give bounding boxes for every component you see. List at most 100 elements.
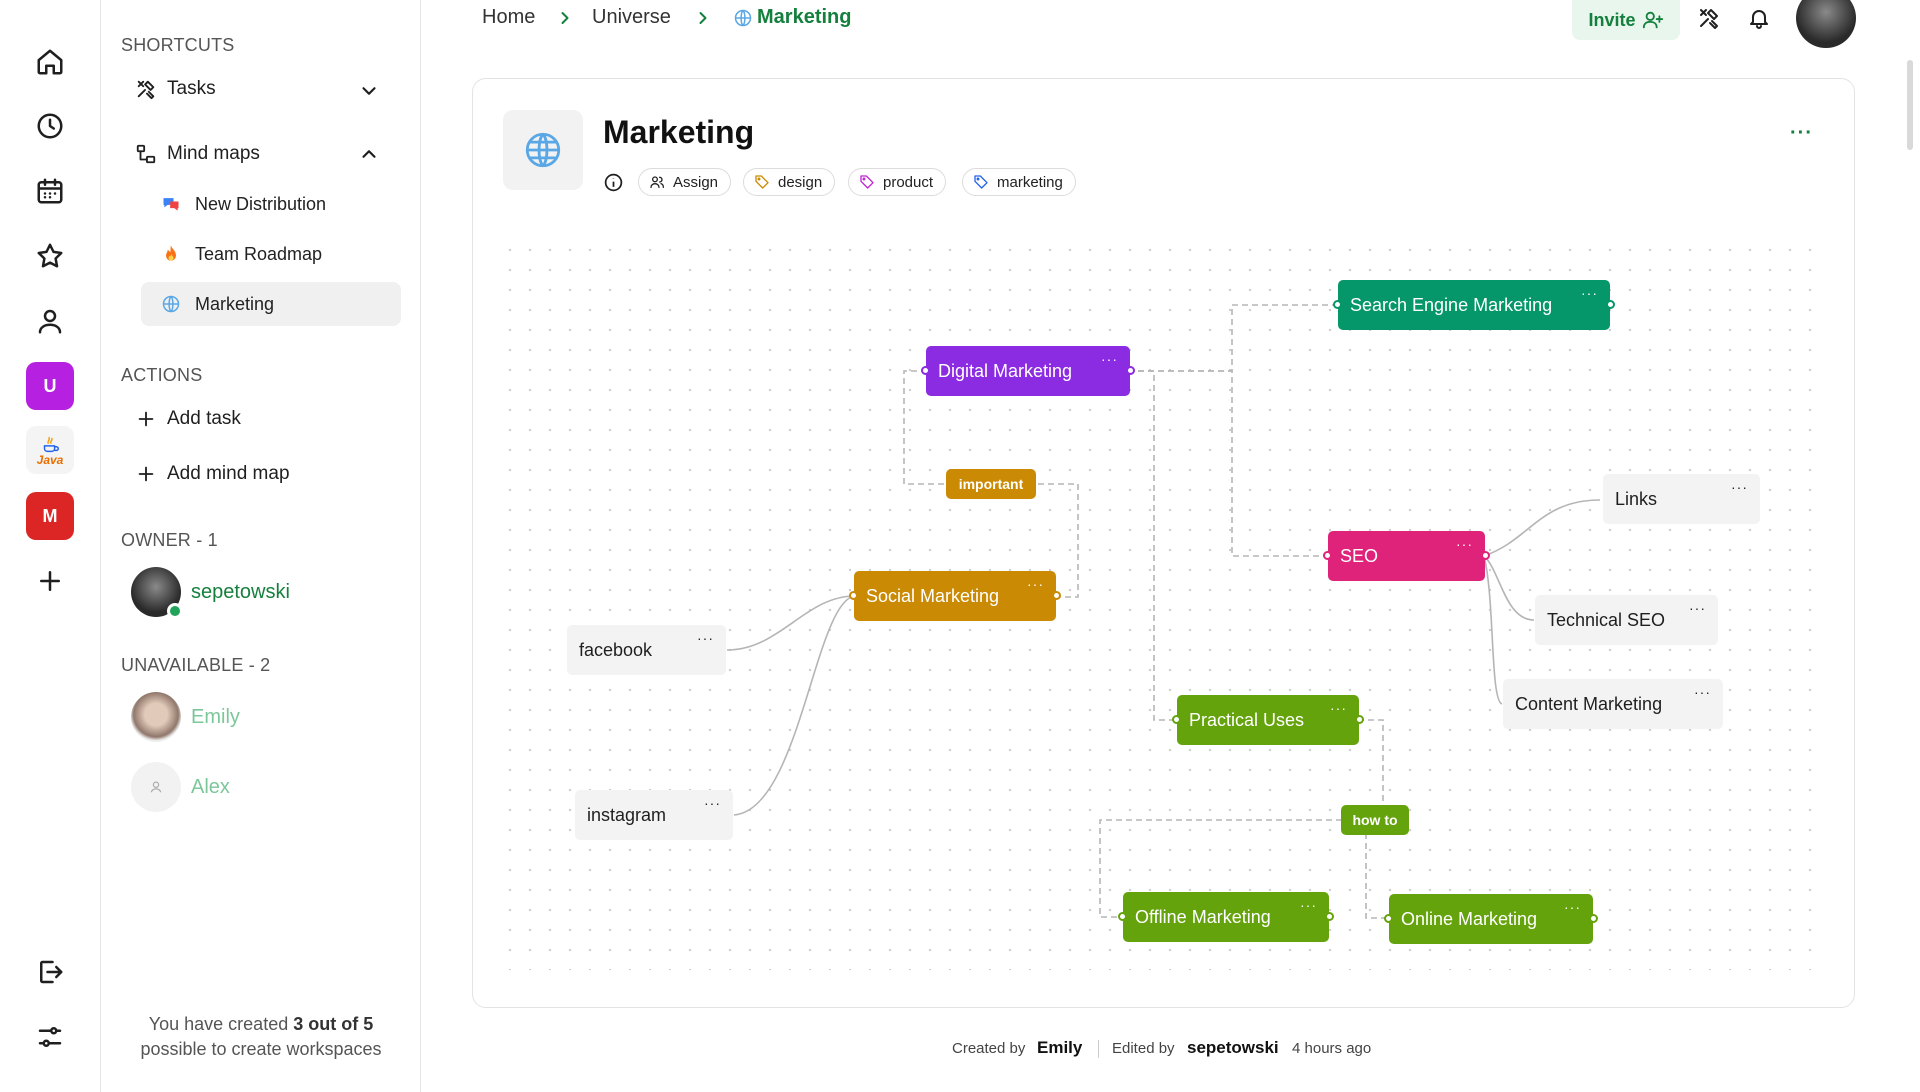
node-menu-icon[interactable]: ··· [1581, 286, 1598, 300]
workspace-letter: U [43, 375, 57, 396]
breadcrumb-home[interactable]: Home [482, 6, 535, 29]
connector-handle[interactable] [1325, 912, 1334, 921]
node-offline-marketing[interactable]: Offline Marketing ··· [1118, 892, 1334, 942]
member-name: Emily [191, 705, 240, 728]
connector-handle[interactable] [1355, 715, 1364, 724]
tag-marketing[interactable]: marketing [962, 168, 1076, 196]
tag-icon [755, 175, 769, 189]
breadcrumb-current[interactable]: Marketing [733, 6, 851, 29]
node-menu-icon[interactable]: ··· [1300, 898, 1317, 912]
assign-button[interactable]: Assign [638, 168, 732, 196]
workspace-letter: M [42, 505, 58, 526]
tag-label: marketing [997, 173, 1063, 191]
connector-handle[interactable] [1481, 551, 1490, 560]
owner-title: OWNER - 1 [121, 530, 218, 550]
globe-icon [734, 9, 752, 26]
page-icon[interactable] [503, 110, 583, 190]
tag-design[interactable]: design [743, 168, 836, 196]
member-alex[interactable]: Alex [131, 762, 230, 812]
owner-sepetowski[interactable]: sepetowski [131, 567, 290, 619]
sidebar-item-new-distribution[interactable]: New Distribution [141, 182, 401, 226]
home-icon[interactable] [26, 38, 74, 86]
node-content-marketing[interactable]: Content Marketing ··· [1503, 679, 1723, 729]
connector-handle[interactable] [921, 366, 930, 375]
settings-sliders-icon[interactable] [26, 1013, 74, 1061]
chevron-up-icon[interactable] [358, 143, 380, 165]
globe-icon [161, 294, 181, 314]
connector-handle[interactable] [1384, 914, 1393, 923]
node-digital-marketing[interactable]: Digital Marketing ··· [921, 346, 1135, 396]
assign-label: Assign [673, 173, 719, 191]
scrollbar[interactable] [1907, 60, 1913, 150]
connector-handle[interactable] [1118, 912, 1127, 921]
connector-handle[interactable] [1323, 551, 1332, 560]
connector-handle[interactable] [1589, 914, 1598, 923]
mindmaps-shortcut[interactable]: Mind maps [135, 143, 260, 165]
quota-count: 3 out of 5 [293, 1014, 374, 1034]
sidebar-item-marketing[interactable]: Marketing [141, 282, 401, 326]
breadcrumb-universe[interactable]: Universe [592, 6, 671, 29]
calendar-icon[interactable] [26, 167, 74, 215]
node-menu-icon[interactable]: ··· [1564, 900, 1581, 914]
node-menu-icon[interactable]: ··· [1694, 685, 1711, 699]
connector-handle[interactable] [1052, 591, 1061, 600]
sidebar-item-team-roadmap[interactable]: Team Roadmap [141, 232, 401, 276]
node-menu-icon[interactable]: ··· [697, 631, 714, 645]
node-menu-icon[interactable]: ··· [1027, 577, 1044, 591]
chevron-down-icon[interactable] [358, 80, 380, 102]
node-social-marketing[interactable]: Social Marketing ··· [849, 571, 1061, 621]
node-menu-icon[interactable]: ··· [704, 796, 721, 810]
connector-handle[interactable] [1126, 366, 1135, 375]
node-menu-icon[interactable]: ··· [1731, 480, 1748, 494]
node-menu-icon[interactable]: ··· [1330, 701, 1347, 715]
chevron-right-icon [561, 12, 569, 24]
tag-product[interactable]: product [848, 168, 947, 196]
add-task-button[interactable]: Add task [135, 408, 241, 430]
bell-icon[interactable] [1747, 6, 1771, 30]
shortcuts-title: SHORTCUTS [121, 35, 235, 55]
workspace-java[interactable]: Java [26, 426, 74, 474]
star-icon[interactable] [26, 232, 74, 280]
edited-by-label: Edited by [1112, 1040, 1175, 1057]
member-emily[interactable]: Emily [131, 692, 240, 742]
sidebar-item-label: Team Roadmap [195, 243, 323, 264]
more-options-icon[interactable]: ··· [1790, 122, 1813, 145]
clock-icon[interactable] [26, 102, 74, 150]
node-technical-seo[interactable]: Technical SEO ··· [1535, 595, 1718, 645]
node-search-engine-marketing[interactable]: Search Engine Marketing ··· [1333, 280, 1615, 330]
node-facebook[interactable]: facebook ··· [567, 625, 726, 675]
node-practical-uses[interactable]: Practical Uses ··· [1172, 695, 1364, 745]
invite-button[interactable]: Invite [1572, 0, 1680, 40]
quota-text: You have created [148, 1014, 289, 1034]
node-instagram[interactable]: instagram ··· [575, 790, 733, 840]
connector-handle[interactable] [1333, 300, 1342, 309]
tools-icon[interactable] [1697, 6, 1721, 30]
avatar [131, 762, 181, 812]
connector-handle[interactable] [849, 591, 858, 600]
add-workspace-icon[interactable] [26, 557, 74, 605]
connector-handle[interactable] [1606, 300, 1615, 309]
node-menu-icon[interactable]: ··· [1101, 352, 1118, 366]
user-plus-icon [1642, 11, 1663, 29]
edited-by-name[interactable]: sepetowski [1187, 1038, 1279, 1058]
node-seo[interactable]: SEO ··· [1323, 531, 1490, 581]
node-menu-icon[interactable]: ··· [1456, 537, 1473, 551]
user-icon[interactable] [26, 297, 74, 345]
node-links[interactable]: Links ··· [1603, 474, 1760, 524]
workspace-m[interactable]: M [26, 492, 74, 540]
node-menu-icon[interactable]: ··· [1689, 601, 1706, 615]
created-by-name[interactable]: Emily [1037, 1038, 1082, 1058]
info-icon[interactable] [603, 172, 624, 193]
edge-label-how-to[interactable]: how to [1341, 805, 1409, 835]
node-online-marketing[interactable]: Online Marketing ··· [1384, 894, 1598, 944]
add-mindmap-button[interactable]: Add mind map [135, 463, 290, 485]
sidebar-item-label: New Distribution [195, 193, 327, 214]
user-avatar[interactable] [1796, 0, 1856, 48]
fire-icon [161, 244, 181, 264]
logout-icon[interactable] [26, 948, 74, 996]
workspace-u[interactable]: U [26, 362, 74, 410]
connector-handle[interactable] [1172, 715, 1181, 724]
tag-label: design [778, 173, 823, 191]
edge-label-important[interactable]: important [946, 469, 1036, 499]
node-label: Search Engine Marketing [1350, 294, 1553, 315]
